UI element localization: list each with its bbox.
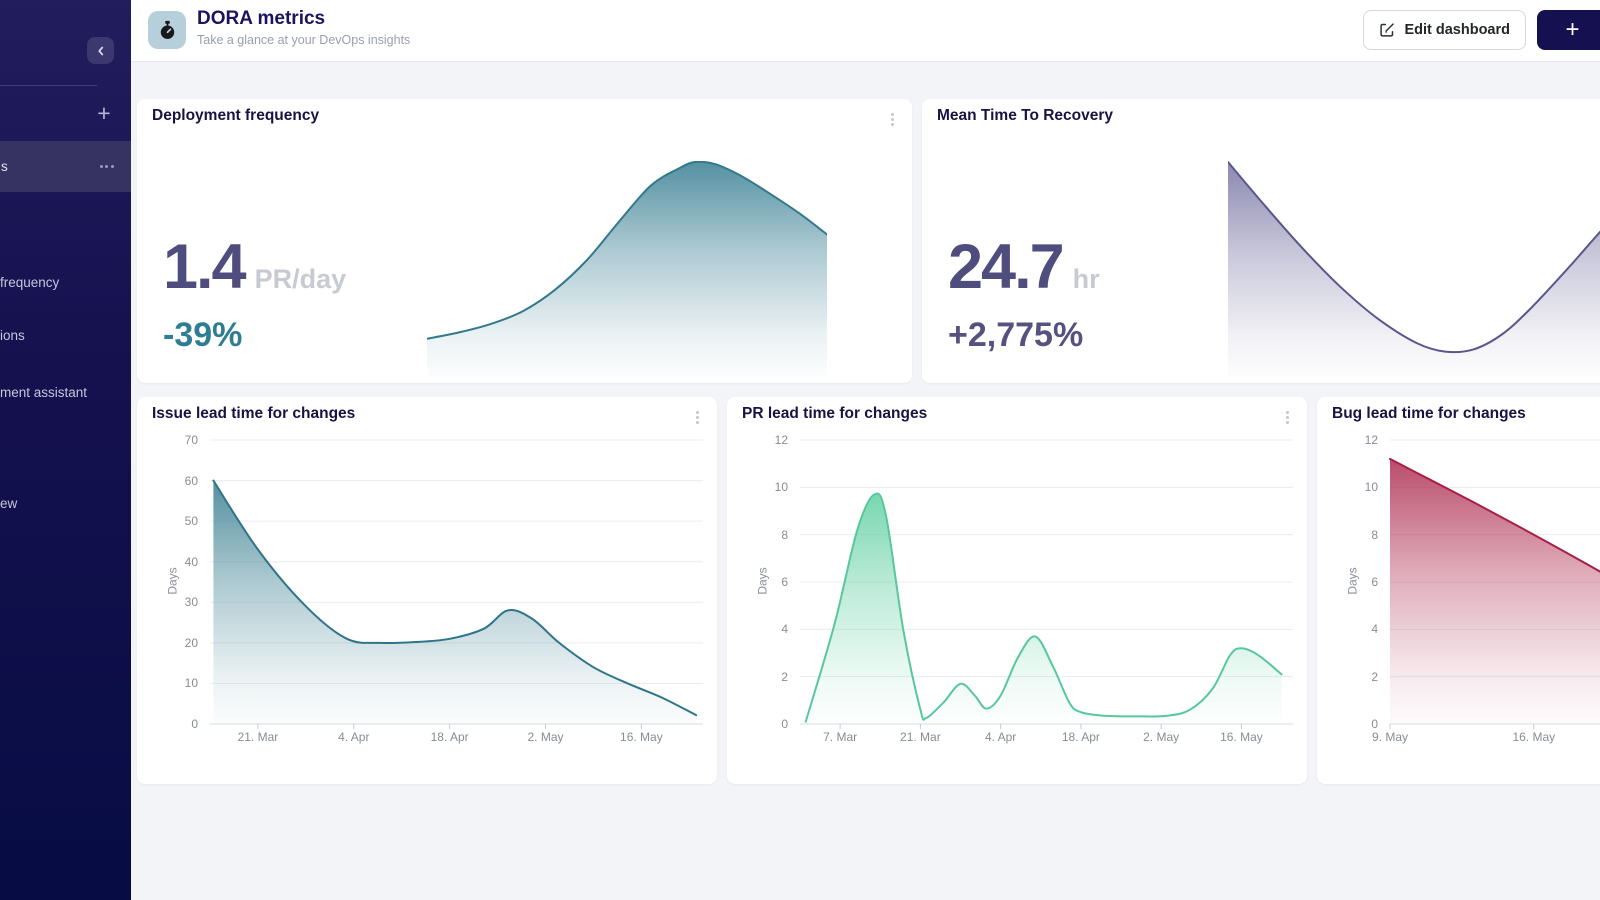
area-fill (427, 162, 827, 376)
kpi-value: 24.7 (948, 231, 1063, 303)
chevron-left-icon (94, 44, 108, 58)
sparkline-svg (1228, 161, 1600, 376)
sidebar-item[interactable]: ions (0, 327, 25, 344)
edit-dashboard-label: Edit dashboard (1404, 22, 1510, 38)
edit-pencil-icon (1379, 22, 1395, 38)
card-title: Issue lead time for changes (152, 405, 355, 423)
kpi-delta: +2,775% (948, 317, 1083, 354)
mttr-trend-chart (1228, 161, 1600, 376)
sidebar-divider (0, 85, 97, 86)
edit-dashboard-button[interactable]: Edit dashboard (1363, 10, 1526, 50)
kebab-menu-icon[interactable] (884, 111, 900, 129)
sidebar-item[interactable]: ment assistant (0, 384, 87, 401)
chart-svg (1317, 425, 1600, 777)
sidebar: + s frequency ions ment assistant ew (0, 0, 131, 900)
card-pr-lead-time: PR lead time for changes 0246810127. Mar… (727, 397, 1307, 784)
add-widget-button[interactable]: + (1537, 10, 1600, 50)
card-title: PR lead time for changes (742, 405, 927, 423)
area-fill (806, 494, 1282, 724)
card-title: Mean Time To Recovery (937, 107, 1113, 125)
card-bug-lead-time: Bug lead time for changes 0246810129. Ma… (1317, 397, 1600, 784)
card-title: Deployment frequency (152, 107, 319, 125)
sidebar-item[interactable]: ew (0, 495, 17, 512)
dashboard-icon-tile (148, 11, 186, 49)
card-deployment-frequency: Deployment frequency 1.4 PR/day -39% (137, 99, 912, 383)
chart-svg (727, 425, 1305, 777)
kpi-value-row: 24.7 hr (948, 231, 1100, 303)
pr-lead-time-chart: 0246810127. Mar21. Mar4. Apr18. Apr2. Ma… (727, 425, 1305, 777)
kpi-value: 1.4 (163, 231, 245, 303)
sidebar-item-active[interactable]: s (0, 141, 131, 192)
bug-lead-time-chart: 0246810129. May16. MayDays (1317, 425, 1600, 777)
sidebar-item-label: s (1, 141, 8, 192)
sidebar-collapse-button[interactable] (87, 37, 114, 64)
issue-lead-time-chart: 01020304050607021. Mar4. Apr18. Apr2. Ma… (137, 425, 715, 777)
app-screen: + s frequency ions ment assistant ew DOR… (0, 0, 1600, 900)
kpi-unit: PR/day (255, 264, 347, 295)
stopwatch-icon (156, 19, 179, 42)
sidebar-item[interactable]: frequency (0, 274, 59, 291)
top-bar: DORA metrics Take a glance at your DevOp… (131, 0, 1600, 62)
area-fill (1390, 459, 1600, 724)
chart-svg (137, 425, 715, 777)
area-fill (1228, 162, 1600, 376)
card-issue-lead-time: Issue lead time for changes 010203040506… (137, 397, 717, 784)
add-dashboard-button[interactable]: + (90, 99, 118, 127)
deployment-trend-chart (427, 161, 827, 376)
card-mean-time-to-recovery: Mean Time To Recovery 24.7 hr +2,775% (922, 99, 1600, 383)
page-title: DORA metrics (197, 8, 325, 30)
card-title: Bug lead time for changes (1332, 405, 1526, 423)
sparkline-svg (427, 161, 827, 376)
ellipsis-menu-icon[interactable] (98, 165, 115, 168)
page-subtitle: Take a glance at your DevOps insights (197, 33, 410, 47)
kpi-value-row: 1.4 PR/day (163, 231, 346, 303)
kpi-delta: -39% (163, 317, 242, 354)
kpi-unit: hr (1073, 264, 1100, 295)
